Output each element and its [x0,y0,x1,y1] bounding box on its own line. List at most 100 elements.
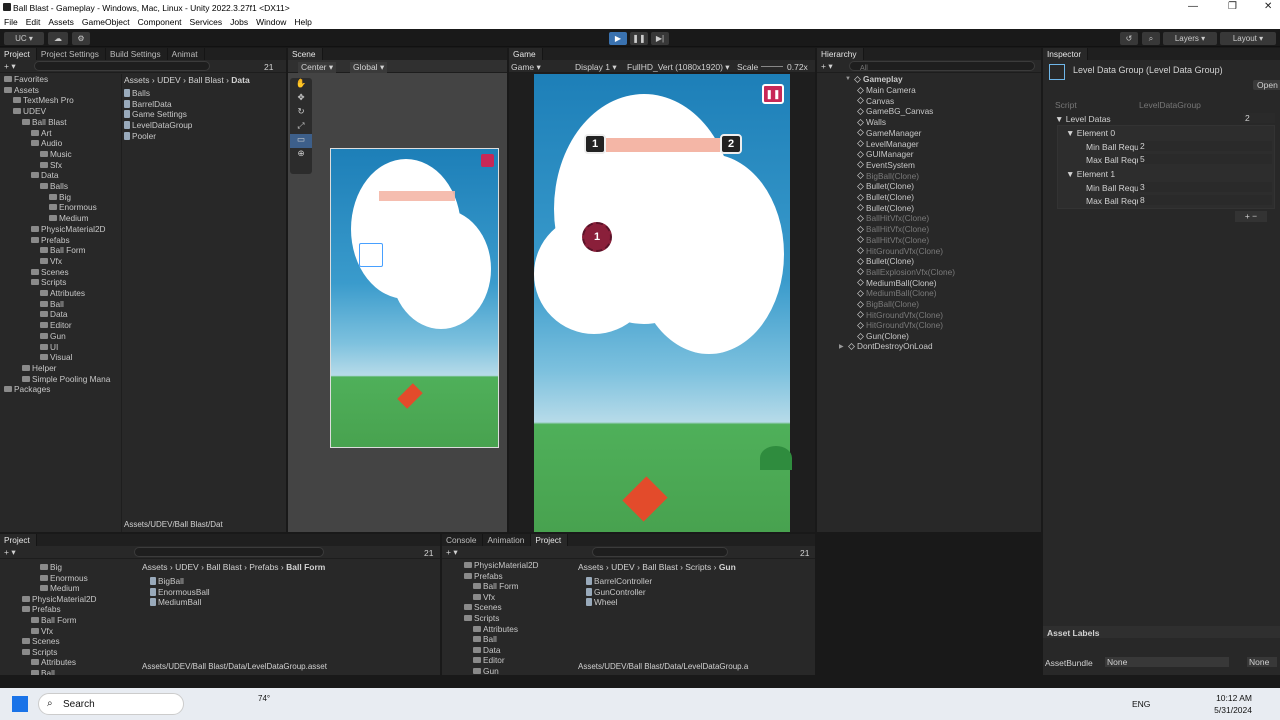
minimize-icon[interactable]: — [1188,1,1198,12]
menu-window[interactable]: Window [252,15,290,27]
open-button[interactable]: Open [1253,80,1280,90]
dontdestroy-root[interactable]: ▶ DontDestroyOnLoad [839,341,933,351]
variant-dropdown[interactable]: None [1247,657,1277,667]
maximize-icon[interactable]: ❐ [1228,1,1237,12]
menu-assets[interactable]: Assets [44,15,78,27]
crumb[interactable]: Ball Blast [206,562,241,572]
menu-gameobject[interactable]: GameObject [78,15,134,27]
tab-console[interactable]: Console [442,534,484,546]
element-1-foldout[interactable]: ▼ Element 1 [1066,169,1115,179]
tab-inspector[interactable]: Inspector [1043,48,1089,60]
tree-item[interactable]: Ball [31,668,55,675]
hierarchy-item[interactable]: BigBall(Clone) [857,299,919,309]
asset-item[interactable]: GunController [586,587,646,597]
tree-item[interactable]: UI [40,342,58,352]
asset-item[interactable]: LevelDataGroup [124,120,192,130]
tree-item[interactable]: Big [40,562,62,572]
hierarchy-item[interactable]: EventSystem [857,160,915,170]
tree-item[interactable]: Balls [40,181,68,191]
tree-item[interactable]: Attributes [473,624,518,634]
hierarchy-item[interactable]: MediumBall(Clone) [857,278,937,288]
tree-item[interactable]: Ball Form [31,615,77,625]
tree-item[interactable]: Attributes [31,657,76,667]
tree-item[interactable]: Sfx [40,160,62,170]
tree-item[interactable]: Visual [40,352,72,362]
language-indicator[interactable]: ENG [1132,699,1150,709]
pause-button[interactable]: ❚❚ [630,32,648,45]
asset-item[interactable]: Wheel [586,597,618,607]
hierarchy-item[interactable]: LevelManager [857,139,919,149]
hierarchy-item[interactable]: BallHitVfx(Clone) [857,224,929,234]
element-0-foldout[interactable]: ▼ Element 0 [1066,128,1115,138]
tree-item[interactable]: Vfx [40,256,62,266]
rotate-tool-icon[interactable]: ↻ [290,106,312,120]
hierarchy-search-input[interactable]: All [849,61,1035,72]
tree-item[interactable]: PhysicMaterial2D [31,224,106,234]
scale-tool-icon[interactable]: ⤢ [290,120,312,134]
pause-icon[interactable]: ❚❚ [762,84,784,104]
tree-item[interactable]: Gun [40,331,66,341]
bottom-right-search-input[interactable] [592,547,728,557]
resolution-dropdown[interactable]: FullHD_Vert (1080x1920) ▾ [627,62,730,73]
tree-item[interactable]: Music [40,149,72,159]
hierarchy-item[interactable]: BallExplosionVfx(Clone) [857,267,955,277]
asset-item[interactable]: MediumBall [150,597,201,607]
menu-services[interactable]: Services [186,15,227,27]
tree-item[interactable]: Data [31,170,59,180]
tree-item[interactable]: PhysicMaterial2D [22,594,97,604]
transform-tool-icon[interactable]: ⊕ [290,148,312,162]
tab-animation[interactable]: Animation [483,534,532,546]
history-icon[interactable]: ↺ [1120,32,1138,45]
hierarchy-item[interactable]: Bullet(Clone) [857,203,914,213]
tab-project-bottom[interactable]: Project [0,534,37,546]
step-button[interactable]: ▶| [651,32,669,45]
min-ball-input[interactable]: 2 [1138,141,1272,151]
menu-component[interactable]: Component [134,15,186,27]
crumb[interactable]: Ball Blast [642,562,677,572]
tree-item[interactable]: Ball [40,299,64,309]
hierarchy-item[interactable]: BallHitVfx(Clone) [857,235,929,245]
tree-item[interactable]: Prefabs [22,604,61,614]
clock-time[interactable]: 10:12 AM [1212,693,1252,703]
tree-item[interactable]: Big [49,192,71,202]
display-dropdown[interactable]: Display 1 ▾ [575,62,617,73]
hand-tool-icon[interactable]: ✋ [290,78,312,92]
tree-item[interactable]: Enormous [49,202,97,212]
hierarchy-item[interactable]: Bullet(Clone) [857,181,914,191]
tree-item[interactable]: PhysicMaterial2D [464,560,539,570]
asset-item[interactable]: Pooler [124,131,156,141]
bottom-search-input[interactable] [134,547,324,557]
crumb-assets[interactable]: Assets [124,75,150,85]
tree-item[interactable]: Scripts [464,613,499,623]
tree-item[interactable]: Scripts [22,647,57,657]
crumb[interactable]: UDEV [611,562,635,572]
tree-item[interactable]: UDEV [13,106,46,116]
crumb[interactable]: Gun [719,562,736,572]
tab-project-2[interactable]: Project [531,534,569,546]
crumb[interactable]: Prefabs [249,562,278,572]
add-icon[interactable]: + ▾ [4,61,16,72]
scene-game-preview[interactable] [330,148,499,448]
hierarchy-item[interactable]: HitGroundVfx(Clone) [857,246,943,256]
tab-build-settings[interactable]: Build Settings [106,48,168,60]
tree-item[interactable]: Medium [40,583,80,593]
tree-item[interactable]: Editor [40,320,72,330]
tab-project[interactable]: Project [0,48,37,60]
hierarchy-item[interactable]: Canvas [857,96,894,106]
tree-item[interactable]: Vfx [473,592,495,602]
search-icon[interactable]: ⌕ [1142,32,1160,45]
taskbar-search[interactable]: ⌕ Search [38,693,184,715]
tree-item[interactable]: Scenes [22,636,60,646]
collab-icon[interactable]: ⚙ [72,32,90,45]
add-icon[interactable]: + ▾ [4,547,16,558]
tab-hierarchy[interactable]: Hierarchy [817,48,864,60]
rect-tool-icon[interactable]: ▭ [290,134,312,148]
tree-item[interactable]: Medium [49,213,89,223]
tree-item[interactable]: Data [473,645,501,655]
space-dropdown[interactable]: Global ▾ [350,62,388,73]
hierarchy-item[interactable]: Walls [857,117,886,127]
hierarchy-item[interactable]: GameBG_Canvas [857,106,933,116]
asset-item[interactable]: Game Settings [124,109,187,119]
pivot-dropdown[interactable]: Center ▾ [298,62,337,73]
move-tool-icon[interactable]: ✥ [290,92,312,106]
